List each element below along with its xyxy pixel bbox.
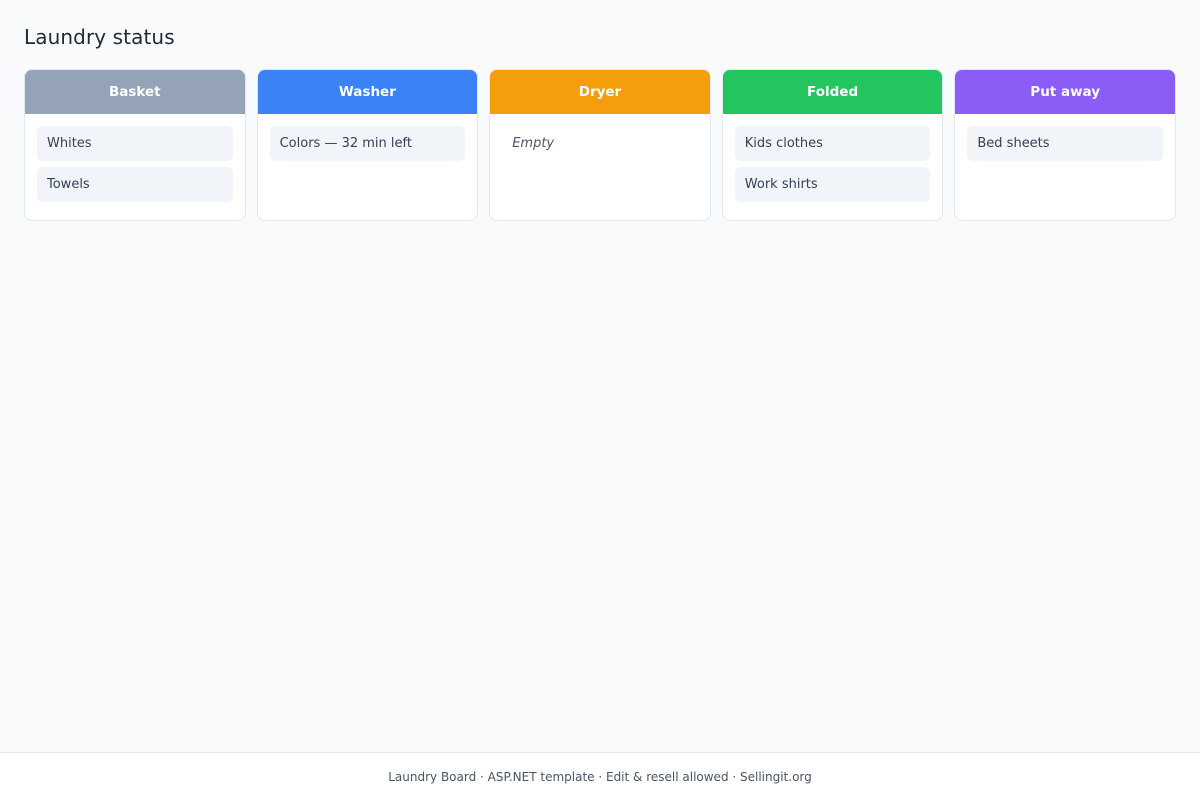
column-body: Empty — [490, 114, 710, 161]
column-body: Bed sheets — [955, 114, 1175, 161]
laundry-item[interactable]: Towels — [37, 167, 233, 202]
page-title: Laundry status — [24, 25, 175, 49]
column-body: Colors — 32 min left — [258, 114, 478, 161]
laundry-item[interactable]: Work shirts — [734, 167, 931, 202]
page-footer: Laundry Board · ASP.NET template · Edit … — [0, 752, 1200, 800]
column-body: Kids clothes Work shirts — [723, 114, 943, 202]
laundry-item[interactable]: Colors — 32 min left — [269, 126, 466, 161]
column-basket: Basket Whites Towels — [24, 69, 246, 221]
column-title: Folded — [807, 84, 859, 100]
empty-column-note: Empty — [512, 136, 555, 151]
laundry-board: Basket Whites Towels Washer Colors — 32 … — [24, 69, 1176, 221]
column-put-away: Put away Bed sheets — [954, 69, 1176, 221]
column-title: Washer — [338, 84, 396, 100]
column-title: Basket — [108, 84, 161, 100]
column-folded: Folded Kids clothes Work shirts — [721, 69, 944, 221]
column-header-basket: Basket — [25, 70, 245, 114]
column-header-put-away: Put away — [955, 70, 1175, 114]
laundry-item[interactable]: Whites — [37, 126, 233, 161]
footer-text: Laundry Board · ASP.NET template · Edit … — [388, 769, 812, 784]
column-washer: Washer Colors — 32 min left — [256, 69, 479, 221]
laundry-item[interactable]: Kids clothes — [734, 126, 931, 161]
column-header-dryer: Dryer — [490, 70, 710, 114]
column-header-washer: Washer — [257, 70, 478, 114]
column-dryer: Dryer Empty — [489, 69, 711, 221]
laundry-item[interactable]: Bed sheets — [967, 126, 1163, 161]
column-header-folded: Folded — [722, 70, 943, 114]
column-title: Dryer — [578, 84, 622, 100]
column-body: Whites Towels — [25, 114, 245, 202]
column-title: Put away — [1030, 84, 1101, 100]
